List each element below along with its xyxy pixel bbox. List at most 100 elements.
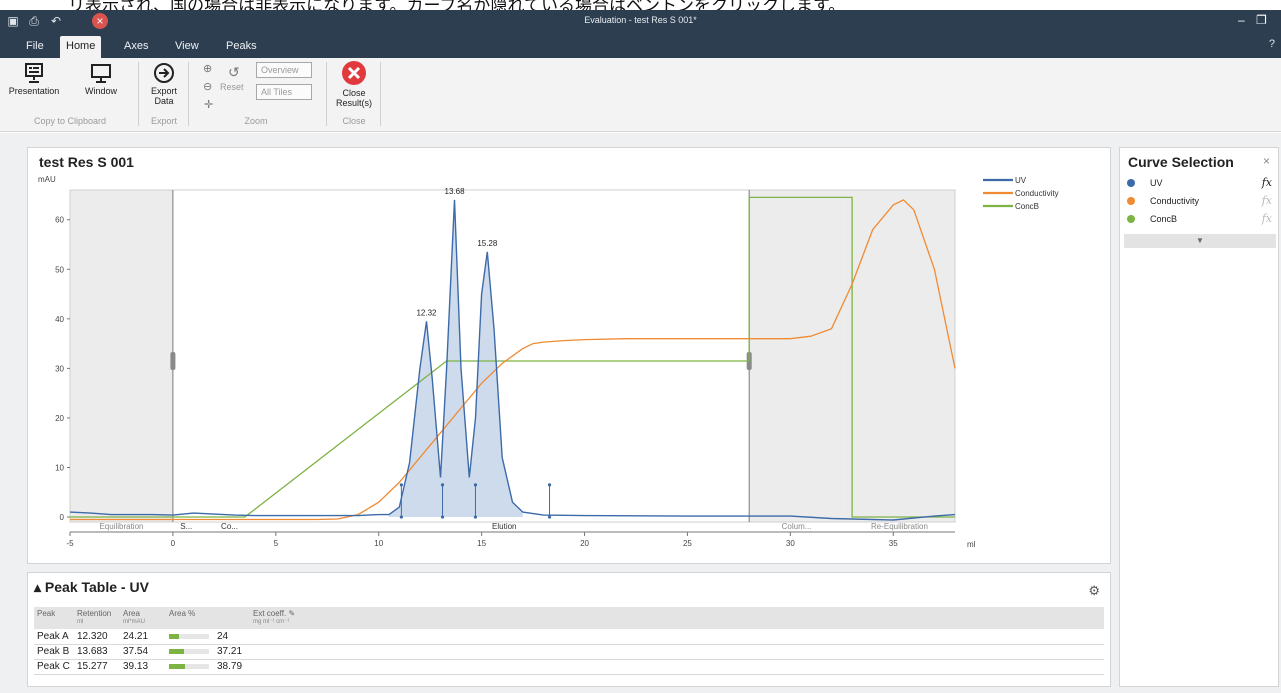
group-separator [380,62,381,126]
tab-view[interactable]: View [169,36,205,58]
zoom-out-icon[interactable]: ⊖ [203,80,212,93]
column-header[interactable]: Area % [166,607,250,629]
x-tick-label: 5 [274,539,279,548]
curve-item-concb[interactable]: ConcB fx [1120,210,1278,228]
phase-label: Colum... [782,522,812,531]
tab-axes[interactable]: Axes [118,36,154,58]
window-label: Window [84,86,117,96]
monitor-icon [91,64,111,83]
area-percent-cell: 24 [166,629,250,645]
curve-item-uv[interactable]: UV fx [1120,174,1278,192]
group-separator [138,62,139,126]
function-icon[interactable]: fx [1262,176,1272,189]
all-tiles-button[interactable]: All Tiles [256,84,312,100]
reset-button[interactable]: Reset [220,82,244,92]
export-label-1: Export [150,86,177,96]
x-tick-label: -5 [66,539,74,548]
peak-label: 13.68 [445,187,466,196]
zoom-in-icon[interactable]: ⊕ [203,62,212,75]
area-percent-bar [169,648,209,654]
area-percent-cell: 38.79 [166,659,250,675]
area-percent-bar [169,663,209,669]
column-header[interactable]: Ext coeff. ✎ mg ml⁻¹ cm⁻¹ [250,607,1104,629]
y-tick-label: 50 [55,265,64,274]
y-tick-label: 20 [55,414,64,423]
column-unit: ml*mAU [123,619,145,625]
phase-label: Co... [221,522,238,531]
gear-icon[interactable]: ⚙ [1088,583,1100,599]
reset-zoom-icon[interactable]: ↺ [228,64,240,81]
close-icon[interactable]: × [1263,154,1270,168]
table-header-row: Peak Retention ml Area ml*mAU Area % Ext c… [34,607,1104,629]
phase-region [749,190,844,522]
close-label-2: Result(s) [335,98,372,108]
column-header[interactable]: Peak [34,607,74,629]
y-tick-label: 30 [55,364,64,373]
export-group-label: Export [150,116,177,126]
table-row[interactable]: Peak B 13.683 37.54 37.21 [34,644,1104,660]
curve-color-dot [1127,215,1135,223]
column-header[interactable]: Area ml*mAU [120,607,166,629]
peak-marker-dot [440,483,445,487]
area-percent-cell: 37.21 [166,644,250,660]
tab-home[interactable]: Home [60,36,102,58]
column-header-label: Area [123,609,140,618]
y-tick-label: 60 [55,216,64,225]
curve-color-dot [1127,179,1135,187]
column-unit: ml [77,619,84,625]
peak-table-title[interactable]: ▴ Peak Table - UV [34,579,149,596]
table-cell: Peak C [34,659,74,675]
y-tick-label: 10 [55,463,64,472]
table-row[interactable]: Peak A 12.320 24.21 24 [34,629,1104,645]
column-edit-icon[interactable]: ✎ [288,609,295,618]
window-button[interactable]: Window [76,62,126,96]
minimize-icon[interactable]: ‒ [1238,13,1245,27]
help-icon[interactable]: ? [1269,38,1275,50]
table-cell: 37.54 [120,644,166,660]
column-header[interactable]: Retention ml [74,607,120,629]
peak-table-panel: ▴ Peak Table - UV ⚙ Peak Retention ml Are… [27,572,1111,687]
presentation-button[interactable]: Presentation [6,62,62,96]
column-header-label: Retention [77,609,112,618]
group-separator [326,62,327,126]
overview-button[interactable]: Overview [256,62,312,78]
x-axis-label: ml [967,540,976,549]
table-cell: Peak A [34,629,74,645]
ribbon-tabs: File Home Axes View Peaks ? [0,32,1281,58]
table-cell [250,644,1104,660]
tab-peaks[interactable]: Peaks [220,36,263,58]
function-icon[interactable]: fx [1262,194,1272,207]
table-cell: 39.13 [120,659,166,675]
ribbon: Presentation Window Copy to Clipboard Ex… [0,58,1281,132]
close-results-button[interactable]: Close Result(s) [332,60,376,108]
peak-marker-dot [473,515,478,519]
curve-label: ConcB [1150,214,1178,224]
curve-selection-panel: Curve Selection × UV fx Conductivity fx Conc… [1119,147,1279,687]
peak-table: Peak Retention ml Area ml*mAU Area % Ext c… [34,607,1104,675]
caption-text: リ表示され、国の場合は非表示になります。カーブ名が隠れている場合はベントンをクリ… [68,0,846,10]
table-row[interactable]: Peak C 15.277 39.13 38.79 [34,659,1104,675]
function-icon[interactable]: fx [1262,212,1272,225]
group-separator [188,62,189,126]
peak-marker-dot [547,483,552,487]
table-cell: Peak B [34,644,74,660]
expand-curves-button[interactable]: ▼ [1124,234,1276,248]
area-percent-value: 24 [217,630,229,642]
table-cell: 12.320 [74,629,120,645]
chromatogram-chart[interactable]: 0 10 20 30 40 50 60 mAU -5 0 5 10 15 20 25 30 35 ml Equili… [28,172,1110,562]
export-data-button[interactable]: Export Data [144,62,184,106]
pan-icon[interactable]: ✛ [204,98,213,111]
restore-icon[interactable]: ❐ [1256,13,1267,27]
curve-item-conductivity[interactable]: Conductivity fx [1120,192,1278,210]
x-tick-label: 35 [889,539,898,548]
phase-region [843,190,955,522]
column-header-label: Peak [37,609,56,618]
peak-table-title-text: Peak Table - UV [44,579,149,595]
y-tick-label: 40 [55,315,64,324]
curve-color-dot [1127,197,1135,205]
phase-label: Re-Equilibration [871,522,928,531]
column-header-label: Ext coeff. [253,609,287,618]
copy-group-label: Copy to Clipboard [33,116,107,126]
tab-file[interactable]: File [20,36,50,58]
export-label-2: Data [154,96,174,106]
